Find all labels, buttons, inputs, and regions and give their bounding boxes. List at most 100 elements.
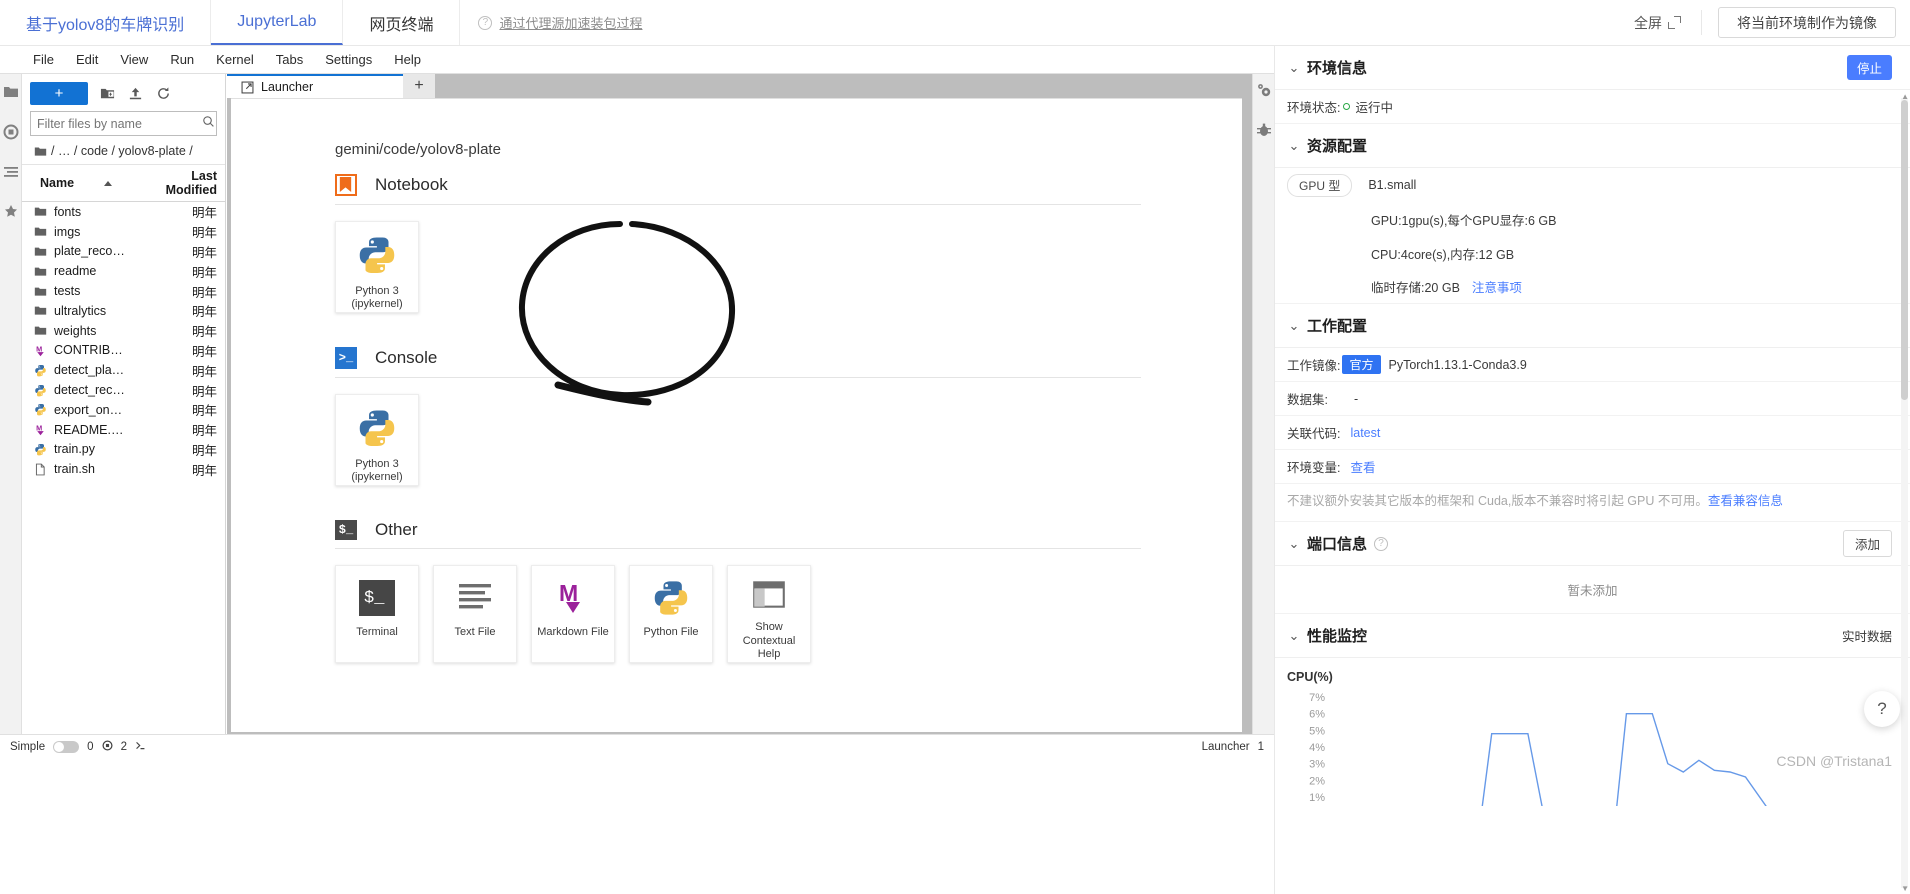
menu-kernel[interactable]: Kernel xyxy=(205,46,265,73)
file-list-item[interactable]: tests 明年 xyxy=(22,281,225,301)
menu-file[interactable]: File xyxy=(22,46,65,73)
folder-icon xyxy=(34,146,47,156)
column-header-last-modified[interactable]: Last Modified xyxy=(140,169,225,197)
debugger-bug-icon[interactable] xyxy=(1256,122,1272,138)
proxy-note-link[interactable]: 通过代理源加速装包过程 xyxy=(499,13,642,32)
cpu-chart-ytick: 6% xyxy=(1309,709,1325,721)
fullscreen-button[interactable]: 全屏 xyxy=(1614,0,1701,45)
file-list-item[interactable]: fonts 明年 xyxy=(22,202,225,222)
breadcrumb[interactable]: / … / code / yolov8-plate / xyxy=(22,140,225,165)
help-circle-icon: ? xyxy=(478,15,493,30)
compat-info-link[interactable]: 查看兼容信息 xyxy=(1708,494,1783,508)
upload-icon[interactable] xyxy=(126,85,144,103)
launcher-card-text-file[interactable]: Text File xyxy=(433,565,517,663)
file-name-cell: weights xyxy=(22,324,158,338)
extension-manager-icon[interactable] xyxy=(3,204,19,220)
gpu-type-badge: GPU 型 xyxy=(1287,173,1353,197)
right-panel-scrollbar-thumb[interactable] xyxy=(1901,100,1908,400)
new-folder-icon[interactable] xyxy=(98,85,116,103)
envvar-view-link[interactable]: 查看 xyxy=(1350,457,1375,476)
file-list-item[interactable]: train.sh 明年 xyxy=(22,459,225,479)
cpu-line: CPU:4core(s),内存:12 GB xyxy=(1371,247,1515,262)
file-list-item[interactable]: export_on… 明年 xyxy=(22,400,225,420)
chevron-down-icon[interactable]: ⌄ xyxy=(1287,628,1301,644)
make-image-button[interactable]: 将当前环境制作为镜像 xyxy=(1718,7,1896,38)
file-list-item[interactable]: readme 明年 xyxy=(22,261,225,281)
section-env-info-header[interactable]: ⌄ 环境信息 停止 xyxy=(1275,46,1910,90)
running-kernels-icon[interactable] xyxy=(3,124,19,140)
tab-jupyterlab[interactable]: JupyterLab xyxy=(211,0,344,45)
python-icon xyxy=(359,237,395,273)
section-monitor-header[interactable]: ⌄ 性能监控 实时数据 xyxy=(1275,614,1910,659)
section-ports-header[interactable]: ⌄ 端口信息 ? 添加 xyxy=(1275,522,1910,567)
file-browser-icon[interactable] xyxy=(3,84,19,100)
file-modified-cell: 明年 xyxy=(191,285,217,300)
add-port-button[interactable]: 添加 xyxy=(1842,530,1892,558)
launcher-card-python-file[interactable]: Python File xyxy=(629,565,713,663)
menu-view[interactable]: View xyxy=(109,46,159,73)
tab-launcher[interactable]: Launcher xyxy=(227,74,403,98)
realtime-data-toggle[interactable]: 实时数据 xyxy=(1842,626,1892,645)
file-list-item[interactable]: M README.… 明年 xyxy=(22,420,225,440)
property-inspector-gear-icon[interactable] xyxy=(1256,82,1272,98)
file-list-item[interactable]: imgs 明年 xyxy=(22,222,225,242)
column-header-name[interactable]: Name xyxy=(22,169,140,197)
menu-edit[interactable]: Edit xyxy=(65,46,109,73)
menu-help[interactable]: Help xyxy=(383,46,432,73)
scroll-up-arrow-icon[interactable]: ▲ xyxy=(1901,92,1909,101)
file-list-item[interactable]: weights 明年 xyxy=(22,321,225,341)
svg-text:$_: $_ xyxy=(364,589,385,608)
chevron-down-icon[interactable]: ⌄ xyxy=(1287,60,1301,76)
launcher-card-notebook-python3[interactable]: Python 3 (ipykernel) xyxy=(335,221,419,313)
launcher-content: gemini/code/yolov8-plate Notebook Python… xyxy=(231,99,1242,663)
launcher-card-contextual-help[interactable]: Show Contextual Help xyxy=(727,565,811,663)
section-notebook-header: Notebook xyxy=(335,174,1242,196)
tab-project[interactable]: 基于yolov8的车牌识别 xyxy=(0,0,212,45)
section-resources-header[interactable]: ⌄ 资源配置 xyxy=(1275,124,1910,168)
proxy-note: ? 通过代理源加速装包过程 xyxy=(460,0,660,45)
tab-web-terminal[interactable]: 网页终端 xyxy=(343,0,461,45)
help-circle-icon[interactable]: ? xyxy=(1374,536,1389,551)
chevron-down-icon[interactable]: ⌄ xyxy=(1287,318,1301,334)
resource-flavor-row: GPU 型 B1.small xyxy=(1275,168,1910,202)
scroll-down-arrow-icon[interactable]: ▼ xyxy=(1901,884,1909,893)
section-console-rule xyxy=(335,377,1141,378)
menu-tabs[interactable]: Tabs xyxy=(265,46,314,73)
gpu-line: GPU:1gpu(s),每个GPU显存:6 GB xyxy=(1371,213,1557,228)
search-input[interactable] xyxy=(37,116,198,131)
menu-run[interactable]: Run xyxy=(159,46,205,73)
active-doc-count: 1 xyxy=(1257,740,1264,753)
launcher-card-markdown-file[interactable]: M Markdown File xyxy=(531,565,615,663)
section-workspace-header[interactable]: ⌄ 工作配置 xyxy=(1275,304,1910,348)
file-list-item[interactable]: M CONTRIB… 明年 xyxy=(22,341,225,361)
storage-note-link[interactable]: 注意事项 xyxy=(1472,277,1522,296)
launcher-card-console-python3[interactable]: Python 3 (ipykernel) xyxy=(335,394,419,486)
file-modified-cell: 明年 xyxy=(191,424,217,439)
file-list-item[interactable]: plate_reco… 明年 xyxy=(22,242,225,262)
table-of-contents-icon[interactable] xyxy=(3,164,19,180)
file-name-label: imgs xyxy=(54,224,81,239)
dataset-label: 数据集: xyxy=(1287,393,1328,407)
file-list-item[interactable]: detect_rec… 明年 xyxy=(22,380,225,400)
new-launcher-button[interactable]: + xyxy=(30,82,88,105)
simple-mode-toggle[interactable] xyxy=(53,740,80,753)
main-dock-area: Launcher + gemini/code/yolov8-plate Note… xyxy=(227,74,1252,734)
code-value-link[interactable]: latest xyxy=(1350,426,1380,440)
stop-button[interactable]: 停止 xyxy=(1846,55,1892,80)
active-doc-label: Launcher xyxy=(1201,740,1250,753)
file-modified-cell: 明年 xyxy=(191,364,217,379)
filter-files-field[interactable] xyxy=(30,111,217,136)
chevron-down-icon[interactable]: ⌄ xyxy=(1287,138,1301,154)
menu-settings[interactable]: Settings xyxy=(314,46,383,73)
chevron-down-icon[interactable]: ⌄ xyxy=(1287,536,1301,552)
refresh-icon[interactable] xyxy=(154,85,172,103)
help-floating-button[interactable]: ? xyxy=(1864,691,1900,727)
file-list-item[interactable]: detect_pla… 明年 xyxy=(22,360,225,380)
file-list-item[interactable]: train.py 明年 xyxy=(22,440,225,460)
search-icon xyxy=(202,115,215,133)
file-list-item[interactable]: ultralytics 明年 xyxy=(22,301,225,321)
file-list: fonts 明年 imgs 明年 plate_reco… 明年 readme 明年 tests 明… xyxy=(22,202,225,734)
add-tab-button[interactable]: + xyxy=(403,74,435,98)
file-modified-cell: 明年 xyxy=(191,384,217,399)
launcher-card-terminal[interactable]: $_ Terminal xyxy=(335,565,419,663)
